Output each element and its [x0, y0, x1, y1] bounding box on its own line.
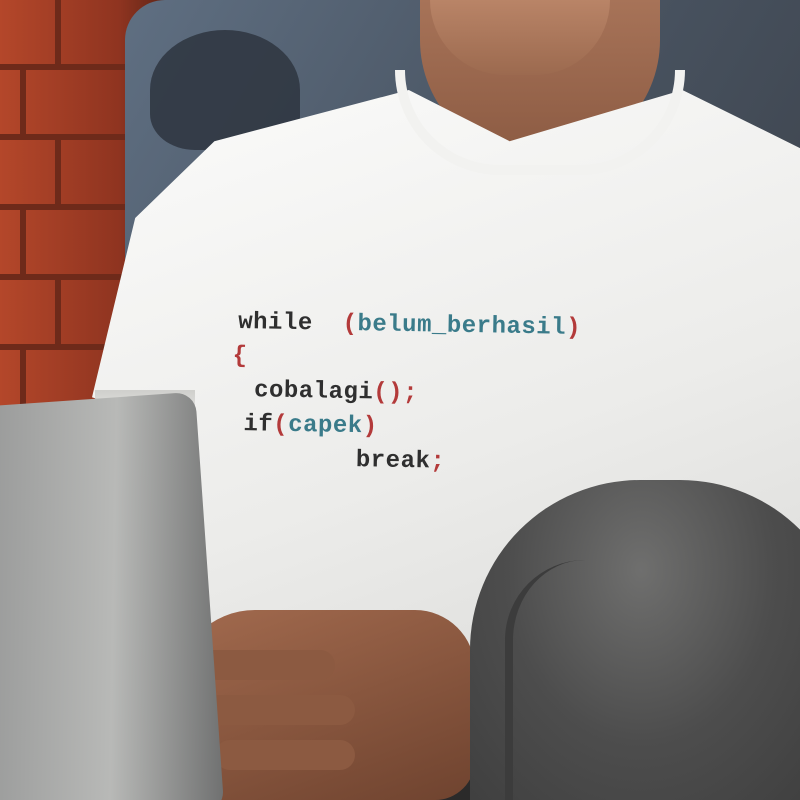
close-paren: ): [362, 413, 378, 441]
brick-joint: [55, 140, 61, 204]
brick-joint: [20, 70, 26, 134]
photo-scene: while (belum_berhasil) { cobalagi(); if(…: [0, 0, 800, 800]
finger: [205, 695, 355, 725]
variable-belum-berhasil: belum_berhasil: [357, 311, 567, 342]
variable-capek: capek: [287, 411, 363, 441]
keyword-if: if: [243, 411, 274, 439]
call-parens: (): [373, 379, 404, 407]
trouser-fold: [505, 560, 663, 800]
semicolon: ;: [402, 379, 419, 408]
finger: [195, 650, 335, 680]
shirt-code-print: while (belum_berhasil) { cobalagi(); if(…: [231, 306, 704, 484]
brick-joint: [20, 210, 26, 274]
open-paren: (: [273, 411, 289, 439]
brick-joint: [55, 280, 61, 344]
close-paren: ): [565, 314, 582, 342]
finger: [215, 740, 355, 770]
laptop: [0, 391, 225, 800]
open-brace: {: [232, 342, 248, 371]
semicolon: ;: [430, 448, 446, 476]
brick-joint: [55, 0, 61, 64]
open-paren: (: [342, 310, 358, 339]
keyword-while: while: [237, 308, 313, 338]
keyword-break: break: [355, 447, 431, 476]
function-cobalagi: cobalagi: [253, 377, 374, 407]
